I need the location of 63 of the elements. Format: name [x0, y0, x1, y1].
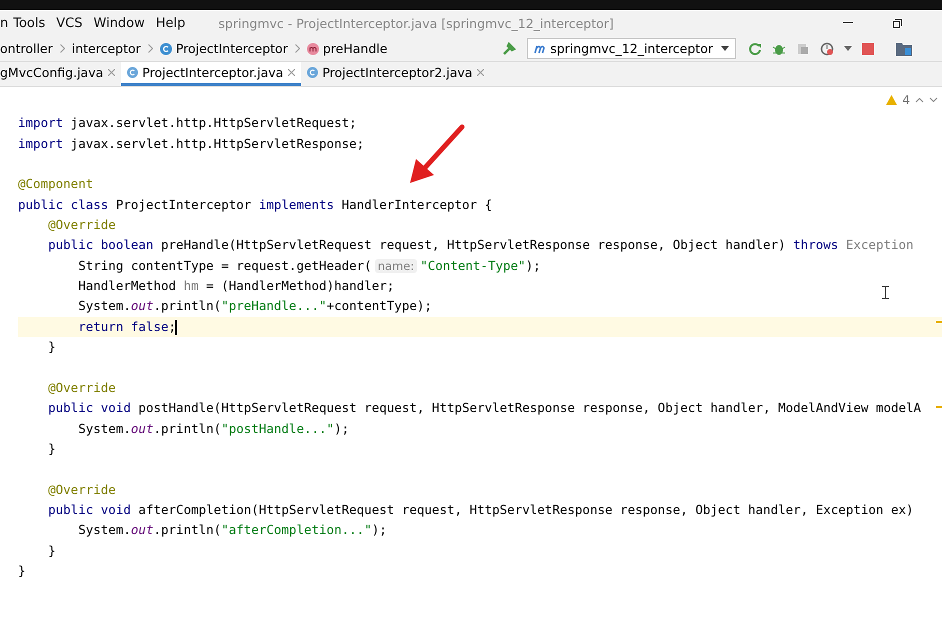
- code-line: }: [18, 562, 26, 578]
- code-line: public boolean preHandle(HttpServletRequest request, HttpServletResponse response, Object handler) throws Exception: [47, 237, 914, 252]
- dropdown-caret-icon[interactable]: [844, 46, 852, 52]
- warning-icon[interactable]: [886, 95, 898, 105]
- chevron-icon: [294, 44, 300, 53]
- class-icon: [307, 67, 318, 78]
- rerun-icon[interactable]: [748, 42, 762, 56]
- class-icon: [160, 42, 172, 54]
- warning-count[interactable]: 4: [902, 93, 910, 107]
- breadcrumb-item[interactable]: ProjectInterceptor: [176, 41, 288, 56]
- run-configuration-dropdown[interactable]: springmvc_12_interceptor: [527, 38, 736, 59]
- dropdown-caret-icon: [721, 46, 729, 51]
- arrow-annotation: [408, 123, 466, 185]
- code-line: System.out.println("postHandle...");: [77, 420, 350, 436]
- code-line: return false;: [77, 318, 177, 334]
- menu-item[interactable]: Window: [94, 16, 145, 30]
- code-line: @Component: [18, 176, 94, 192]
- chevron-down-icon[interactable]: [929, 97, 938, 103]
- code-line: import javax.servlet.http.HttpServletRequest;: [18, 115, 357, 130]
- code-line: @Override: [47, 217, 116, 232]
- code-line: }: [47, 542, 56, 558]
- hammer-icon[interactable]: [501, 40, 518, 56]
- close-icon[interactable]: [477, 69, 484, 76]
- editor-tab[interactable]: ProjectInterceptor2.java: [301, 62, 490, 86]
- stop-icon[interactable]: [862, 42, 874, 54]
- chevron-up-icon[interactable]: [915, 97, 924, 103]
- restore-icon[interactable]: [893, 18, 902, 28]
- scrollbar-marker: [936, 321, 942, 323]
- close-icon[interactable]: [288, 69, 296, 76]
- menu-item[interactable]: Tools: [13, 16, 46, 30]
- breadcrumb-item[interactable]: interceptor: [72, 41, 141, 56]
- code-line: @Override: [47, 380, 116, 395]
- profiler-icon[interactable]: [820, 42, 834, 56]
- menu-item[interactable]: n: [0, 16, 8, 30]
- editor-tab[interactable]: ProjectInterceptor.java: [121, 62, 302, 86]
- breadcrumb-item[interactable]: preHandle: [322, 41, 388, 56]
- method-icon: [306, 42, 319, 54]
- chevron-icon: [148, 44, 153, 53]
- code-line: public void afterCompletion(HttpServletRequest request, HttpServletResponse response, Object handler, Exception ex): [47, 502, 914, 517]
- code-line: public class ProjectInterceptor implements HandlerInterceptor {: [18, 196, 492, 212]
- code-line: }: [47, 339, 56, 354]
- chevron-icon: [60, 44, 65, 53]
- code-line: }: [47, 440, 56, 456]
- code-line: public void postHandle(HttpServletRequest request, HttpServletResponse response, Object handler, ModelAndView modelA: [47, 400, 922, 416]
- text-cursor-icon: [882, 286, 889, 299]
- project-structure-icon[interactable]: [896, 42, 912, 56]
- coverage-icon[interactable]: [796, 42, 810, 56]
- window-title: springmvc - ProjectInterceptor.java [springmvc_12_interceptor]: [218, 16, 614, 30]
- code-line: System.out.println("afterCompletion...");: [77, 522, 387, 538]
- maven-icon: [534, 43, 548, 54]
- menu-item[interactable]: VCS: [56, 16, 83, 30]
- code-line: HandlerMethod hm = (HandlerMethod)handler;: [77, 278, 394, 294]
- close-icon[interactable]: [108, 69, 116, 76]
- code-line: String contentType = request.getHeader( name: "Content-Type");: [77, 258, 541, 273]
- code-line: System.out.println("preHandle..."+contentType);: [77, 298, 432, 314]
- scrollbar-marker: [936, 406, 942, 408]
- code-line: import javax.servlet.http.HttpServletResponse;: [18, 136, 364, 151]
- code-line: @Override: [47, 482, 116, 497]
- class-icon: [127, 67, 138, 78]
- breadcrumb-item[interactable]: ontroller: [0, 41, 53, 56]
- editor-tab[interactable]: gMvcConfig.java: [0, 62, 122, 86]
- minimize-icon[interactable]: [843, 22, 853, 24]
- menu-item[interactable]: Help: [156, 16, 186, 30]
